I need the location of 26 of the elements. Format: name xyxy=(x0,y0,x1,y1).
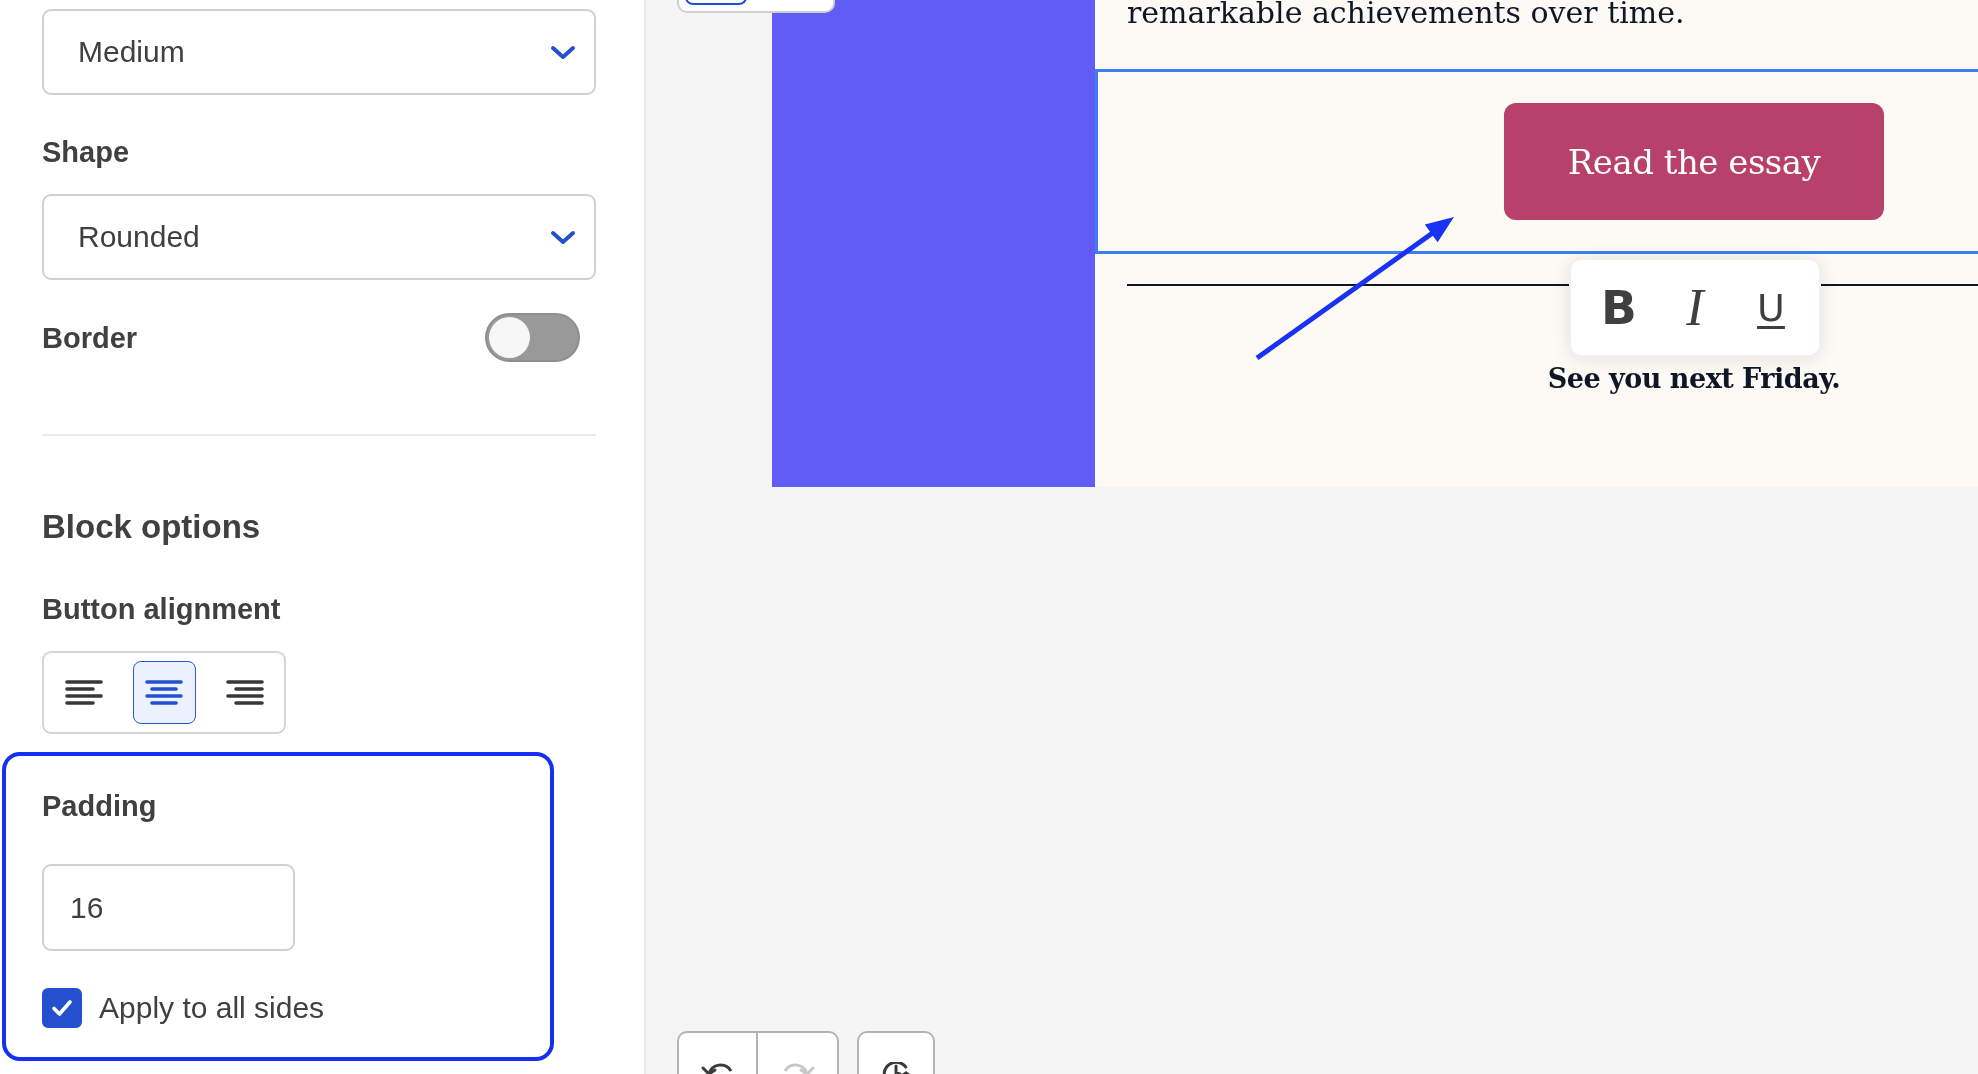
cta-button[interactable]: Read the essay xyxy=(1504,103,1884,220)
chevron-down-icon xyxy=(550,44,576,60)
padding-input[interactable]: 16 xyxy=(42,864,295,951)
align-center-icon xyxy=(145,679,183,706)
field-label: Button alignment xyxy=(42,592,281,627)
closing-text: See you next Friday. xyxy=(1547,362,1841,396)
align-right-icon xyxy=(225,679,264,706)
field-label: Padding xyxy=(42,789,157,824)
check-icon xyxy=(51,999,73,1017)
size-select[interactable]: Medium xyxy=(42,9,596,95)
checkbox[interactable] xyxy=(42,988,82,1028)
paragraph-text: remarkable achievements over time. xyxy=(1127,0,1685,25)
section-heading: Block options xyxy=(42,507,261,547)
italic-button[interactable]: I xyxy=(1665,277,1725,338)
underline-button[interactable]: U xyxy=(1741,277,1801,338)
align-left-icon xyxy=(64,679,103,706)
field-label: Border xyxy=(42,320,138,356)
history-button[interactable] xyxy=(857,1031,935,1074)
shape-select[interactable]: Rounded xyxy=(42,194,596,280)
bold-button[interactable]: B xyxy=(1589,277,1649,338)
align-center-button[interactable] xyxy=(132,661,196,724)
checkbox-label: Apply to all sides xyxy=(99,990,325,1026)
view-switch[interactable] xyxy=(677,0,835,13)
field-label: Shape xyxy=(42,135,130,170)
chevron-down-icon xyxy=(550,229,576,245)
border-toggle[interactable] xyxy=(485,313,580,362)
